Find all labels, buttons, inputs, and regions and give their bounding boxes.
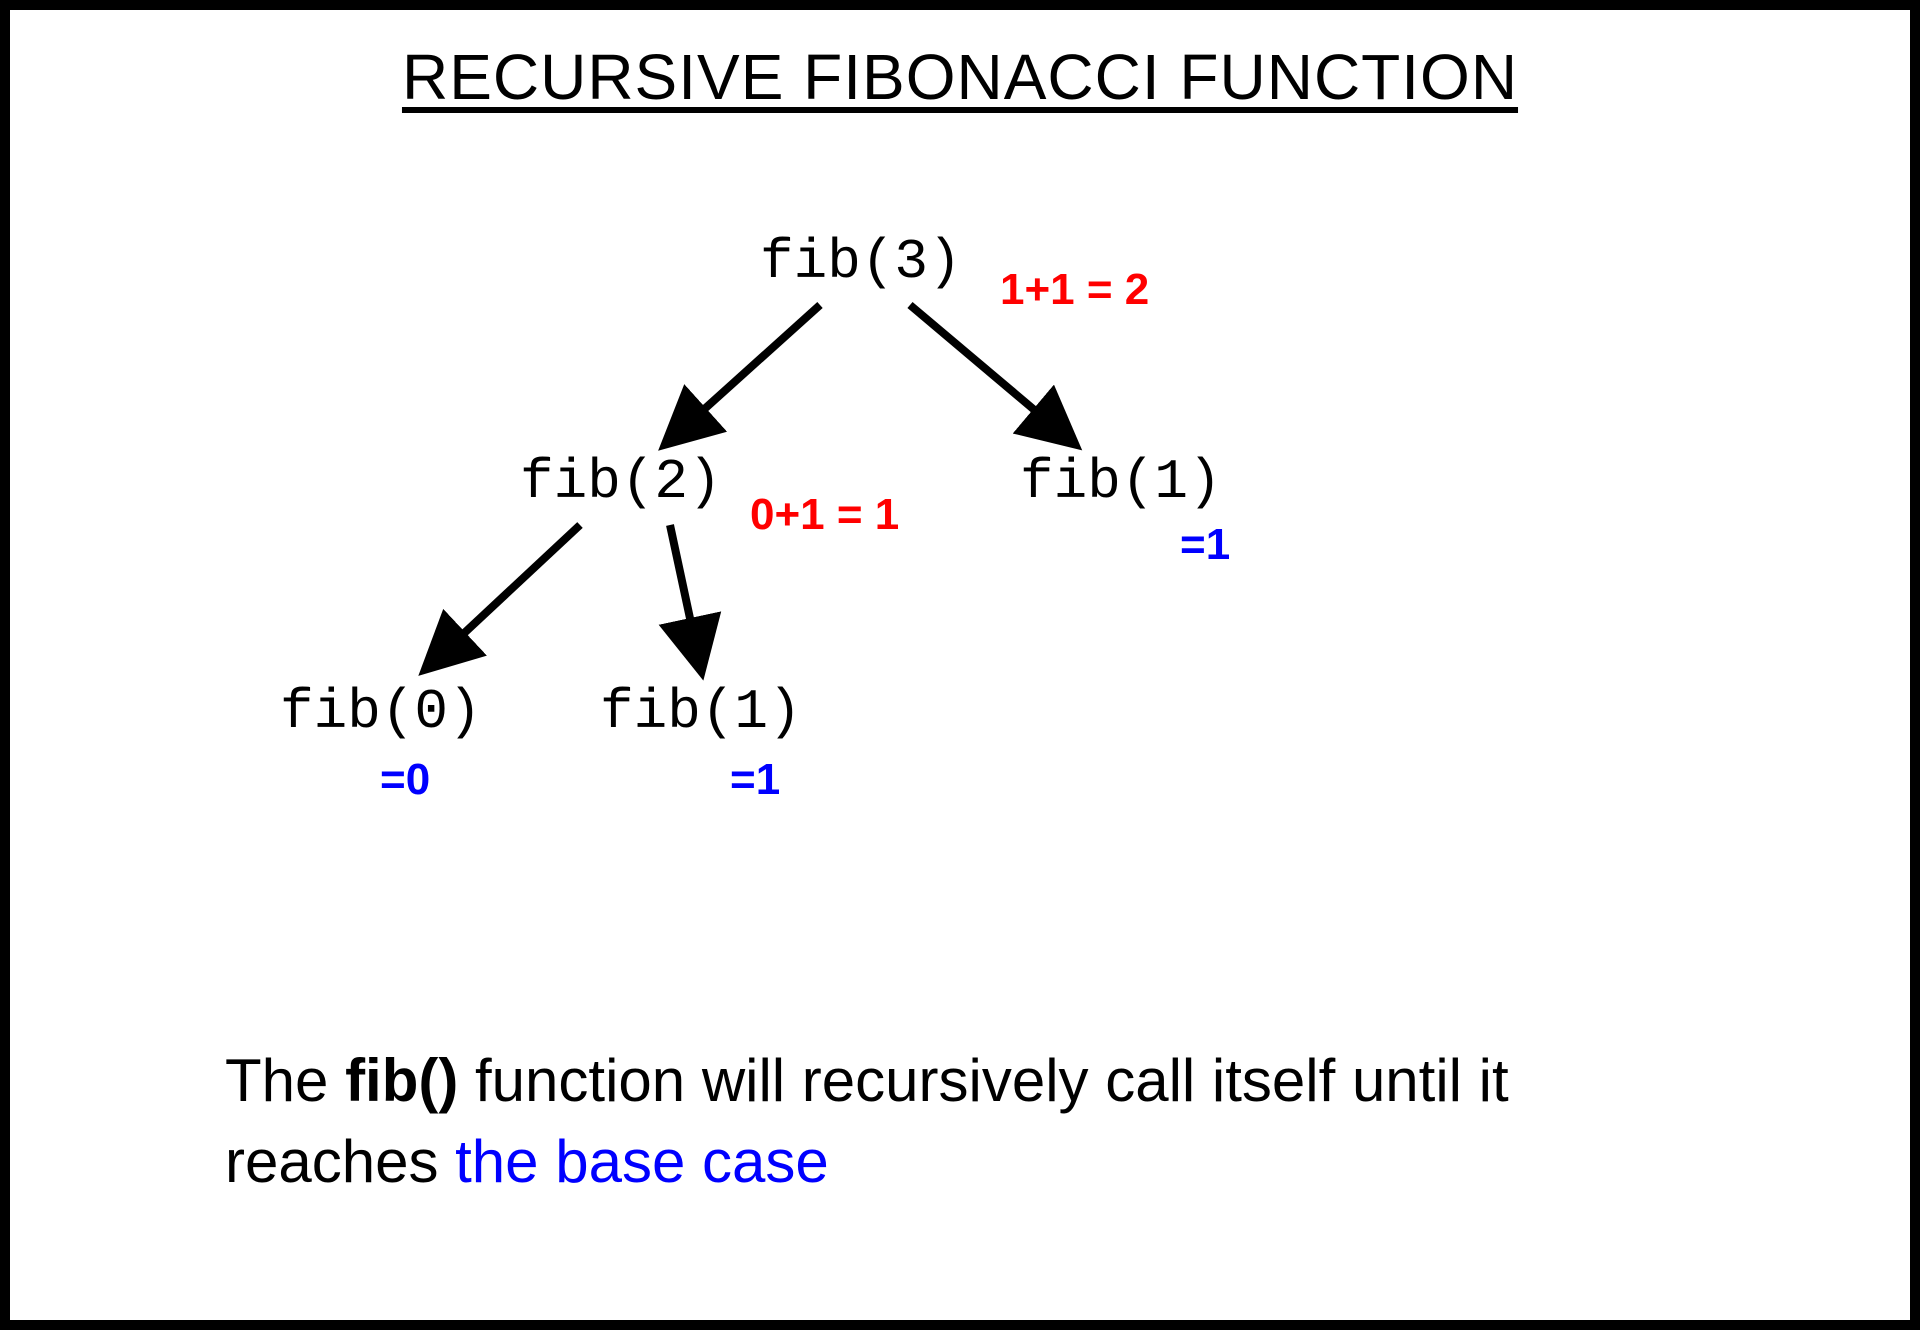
caption-blue: the base case: [455, 1128, 829, 1195]
caption-text: The fib() function will recursively call…: [225, 1040, 1725, 1202]
caption-part1: The: [225, 1047, 345, 1114]
node-fib0: fib(0): [280, 680, 482, 744]
diagram-title: RECURSIVE FIBONACCI FUNCTION: [402, 40, 1518, 114]
anno-eq-fib0: =0: [380, 755, 430, 805]
diagram-frame: RECURSIVE FIBONACCI FUNCTION fib(3) fib(…: [0, 0, 1920, 1330]
node-fib1-right: fib(1): [1020, 450, 1222, 514]
anno-eq-fib1-left: =1: [730, 755, 780, 805]
node-fib2: fib(2): [520, 450, 722, 514]
node-fib1-left: fib(1): [600, 680, 802, 744]
anno-sum-fib3: 1+1 = 2: [1000, 265, 1149, 315]
anno-eq-fib1-right: =1: [1180, 520, 1230, 570]
node-fib3: fib(3): [760, 230, 962, 294]
anno-sum-fib2: 0+1 = 1: [750, 490, 899, 540]
caption-bold: fib(): [345, 1047, 458, 1114]
